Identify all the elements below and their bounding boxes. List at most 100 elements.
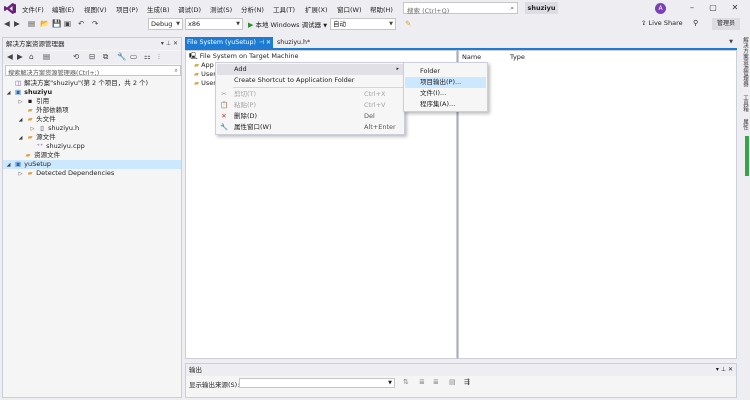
side-tab-solution-explorer[interactable]: 解决方案资源管理器 bbox=[740, 37, 749, 87]
word-wrap-icon[interactable]: ⇶ bbox=[464, 378, 470, 386]
tab-file-system-yusetup[interactable]: File System (yuSetup) ⊣ ✕ bbox=[185, 37, 273, 48]
menu-edit[interactable]: 编辑(E) bbox=[52, 4, 74, 14]
platform-dropdown[interactable]: x86 ▼ bbox=[185, 18, 243, 30]
tree-item-project-shuziyu[interactable]: ◢ ▣ shuziyu bbox=[3, 88, 181, 97]
chevron-down-icon[interactable]: ▼ bbox=[729, 37, 733, 48]
redo-icon[interactable]: ↷ bbox=[92, 19, 98, 29]
tree-item-shuziyu-cpp[interactable]: ⁺⁺ shuziyu.cpp bbox=[3, 142, 181, 151]
menu-debug[interactable]: 调试(D) bbox=[178, 4, 201, 14]
submenu-item-project-output[interactable]: 项目输出(P)... bbox=[405, 77, 486, 88]
forward-icon[interactable]: ▶ bbox=[14, 19, 20, 29]
tree-item-shuziyu-h[interactable]: ▷ ▯ shuziyu.h bbox=[3, 124, 181, 133]
next-message-icon[interactable]: ≣ bbox=[433, 378, 439, 386]
menu-help[interactable]: 帮助(H) bbox=[370, 4, 393, 14]
menu-view[interactable]: 视图(V) bbox=[84, 4, 107, 14]
solution-search-input[interactable]: 搜索解决方案资源管理器(Ctrl+;) ⌕ bbox=[5, 65, 181, 77]
submenu-arrow-icon: ▸ bbox=[396, 66, 399, 72]
prev-message-icon[interactable]: ≣ bbox=[419, 378, 425, 386]
output-title-bar: 输出 ▾ ⊥ ✕ bbox=[186, 364, 736, 376]
toolbar: ◀ ▶ ▤ 📂 💾 ▣ ↶ ↷ Debug ▼ x86 ▼ ▶ 本地 Windo… bbox=[0, 17, 750, 32]
menu-item-create-shortcut[interactable]: Create Shortcut to Application Folder bbox=[217, 75, 403, 86]
show-all-files-icon[interactable]: ⧉ bbox=[103, 52, 108, 62]
delete-icon: ✕ bbox=[221, 112, 227, 120]
tree-item-project-yusetup[interactable]: ◢ ▣ yuSetup bbox=[3, 160, 181, 169]
menu-tools[interactable]: 工具(T) bbox=[273, 4, 295, 14]
save-all-icon[interactable]: ▣ bbox=[64, 19, 71, 29]
references-icon: ▪ bbox=[27, 97, 33, 105]
menu-item-add[interactable]: Add ▸ bbox=[217, 64, 403, 75]
forward-icon[interactable]: ▶ bbox=[17, 52, 23, 62]
tree-item-detected-dependencies[interactable]: ▷ ▰ Detected Dependencies bbox=[3, 169, 181, 178]
tree-item-references[interactable]: ▷ ▪ 引用 bbox=[3, 97, 181, 106]
file-system-item[interactable]: ▰ User bbox=[194, 70, 216, 78]
submenu-item-folder[interactable]: Folder bbox=[405, 66, 486, 77]
menu-file[interactable]: 文件(F) bbox=[22, 4, 44, 14]
avatar[interactable]: A bbox=[655, 3, 666, 14]
collapsed-arrow-icon[interactable]: ▷ bbox=[17, 170, 24, 179]
clear-all-icon[interactable]: ▤ bbox=[449, 378, 456, 386]
menu-window[interactable]: 窗口(W) bbox=[337, 4, 362, 14]
home-icon[interactable]: ⌂ bbox=[29, 52, 34, 62]
menu-analyze[interactable]: 分析(N) bbox=[241, 4, 264, 14]
minimize-icon[interactable]: – bbox=[685, 2, 699, 14]
side-tab-toolbox[interactable]: 工具箱 bbox=[740, 95, 749, 112]
diagram-icon[interactable]: ⫶ bbox=[158, 52, 160, 62]
new-item-icon[interactable]: ▤ bbox=[28, 19, 35, 29]
back-icon[interactable]: ◀ bbox=[4, 19, 10, 29]
chevron-down-icon: ▼ bbox=[323, 23, 328, 29]
menu-test[interactable]: 测试(S) bbox=[210, 4, 232, 14]
tab-shuziyu-h[interactable]: shuziyu.h* bbox=[275, 37, 321, 48]
tree-item-label: 资源文件 bbox=[34, 151, 61, 159]
undo-icon[interactable]: ↶ bbox=[78, 19, 84, 29]
collapse-all-icon[interactable]: ⊟ bbox=[89, 52, 95, 62]
tab-label: shuziyu.h* bbox=[277, 39, 311, 46]
column-header-name[interactable]: Name bbox=[462, 53, 481, 61]
document-tab-bar: File System (yuSetup) ⊣ ✕ shuziyu.h* ▼ bbox=[185, 37, 735, 48]
side-tab-properties[interactable]: 属性 bbox=[740, 119, 749, 130]
maximize-icon[interactable]: ▢ bbox=[706, 2, 720, 14]
menu-item-properties[interactable]: 🔧 属性窗口(W) Alt+Enter bbox=[217, 122, 403, 133]
menu-project[interactable]: 项目(P) bbox=[116, 4, 138, 14]
start-debugging-button[interactable]: ▶ 本地 Windows 调试器 ▼ bbox=[248, 19, 327, 29]
save-icon[interactable]: 💾 bbox=[52, 19, 61, 29]
tree-item-external-deps[interactable]: ▰ 外部依赖项 bbox=[3, 106, 181, 115]
live-share-button[interactable]: ⇪ Live Share bbox=[641, 19, 683, 27]
find-message-icon[interactable]: ⇅ bbox=[403, 378, 409, 386]
submenu-item-file[interactable]: 文件(I)... bbox=[405, 88, 486, 99]
feedback-icon[interactable]: ⚲ bbox=[693, 19, 698, 27]
open-icon[interactable]: 📂 bbox=[40, 19, 49, 29]
configuration-dropdown[interactable]: Debug ▼ bbox=[148, 18, 183, 30]
tab-close-icon[interactable]: ⊣ ✕ bbox=[259, 37, 271, 48]
sync-icon[interactable]: ⟲ bbox=[73, 52, 79, 62]
menu-item-delete[interactable]: ✕ 删除(D) Del bbox=[217, 111, 403, 122]
back-icon[interactable]: ◀ bbox=[7, 52, 13, 62]
panel-controls[interactable]: ▾ ⊥ ✕ bbox=[161, 38, 178, 50]
menu-item-cut[interactable]: ✂ 剪切(T) Ctrl+X bbox=[217, 89, 403, 100]
preview-icon[interactable]: ▭ bbox=[130, 52, 137, 62]
submenu-item-assembly[interactable]: 程序集(A)... bbox=[405, 99, 486, 110]
menu-extensions[interactable]: 扩展(X) bbox=[305, 4, 328, 14]
highlight-icon[interactable]: ✎ bbox=[405, 19, 411, 29]
file-system-item[interactable]: ▰ User bbox=[194, 79, 216, 87]
switch-views-icon[interactable]: ▤ bbox=[43, 52, 50, 62]
panel-title: 输出 bbox=[189, 366, 202, 374]
menu-item-paste[interactable]: 📋 粘贴(P) Ctrl+V bbox=[217, 100, 403, 111]
output-source-dropdown[interactable]: ▼ bbox=[239, 378, 395, 388]
menu-separator bbox=[233, 87, 403, 88]
tree-item-header-files[interactable]: ◢ ▰ 头文件 bbox=[3, 115, 181, 124]
properties-icon[interactable]: 🔧 bbox=[117, 52, 126, 62]
tree-item-solution[interactable]: ◫ 解决方案"shuziyu"(第 2 个项目，共 2 个) bbox=[3, 79, 181, 88]
column-header-type[interactable]: Type bbox=[510, 53, 525, 61]
file-system-item[interactable]: ▰ App bbox=[194, 61, 214, 69]
notification-accent-bar bbox=[745, 136, 749, 176]
search-input[interactable]: 搜索 (Ctrl+Q) ⌕ bbox=[403, 2, 518, 15]
panel-controls[interactable]: ▾ ⊥ ✕ bbox=[716, 364, 733, 376]
debug-mode-dropdown[interactable]: 自动 ▼ bbox=[330, 18, 396, 30]
tree-item-source-files[interactable]: ◢ ▰ 源文件 bbox=[3, 133, 181, 142]
menu-build[interactable]: 生成(B) bbox=[147, 4, 170, 14]
close-icon[interactable]: ✕ bbox=[728, 2, 742, 14]
tree-item-resource-files[interactable]: ▰ 资源文件 bbox=[3, 151, 181, 160]
chevron-down-icon: ▼ bbox=[389, 21, 393, 27]
class-view-icon[interactable]: ⚏ bbox=[144, 52, 151, 62]
folder-icon: ▰ bbox=[25, 151, 31, 159]
